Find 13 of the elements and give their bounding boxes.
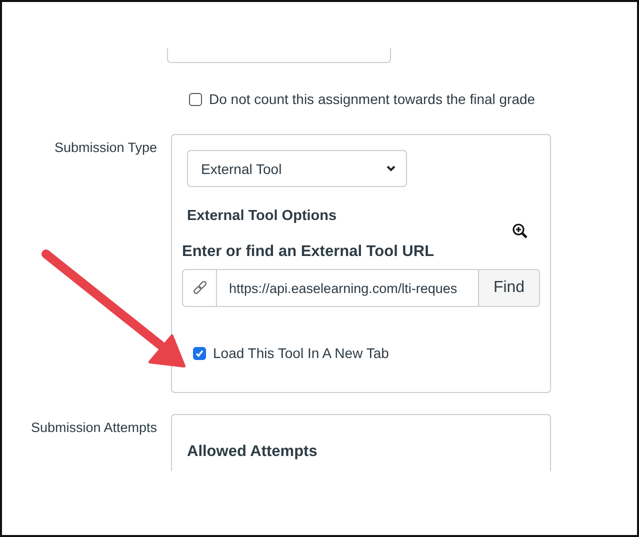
checkbox-label: Load This Tool In A New Tab <box>213 345 389 361</box>
url-heading: Enter or find an External Tool URL <box>182 243 434 261</box>
checkbox-label: Do not count this assignment towards the final grade <box>209 91 536 107</box>
submission-type-select[interactable]: External Tool <box>187 150 407 187</box>
checkbox[interactable] <box>193 346 206 360</box>
field-label: Submission Attempts <box>30 419 157 435</box>
checkbox[interactable] <box>189 92 202 106</box>
zoom-in-icon[interactable] <box>512 223 528 239</box>
section-heading: Allowed Attempts <box>187 443 318 461</box>
caret-icon <box>386 165 396 172</box>
section-heading: External Tool Options <box>187 208 337 224</box>
field-label: Submission Type <box>54 139 157 155</box>
text-field[interactable] <box>167 48 391 63</box>
